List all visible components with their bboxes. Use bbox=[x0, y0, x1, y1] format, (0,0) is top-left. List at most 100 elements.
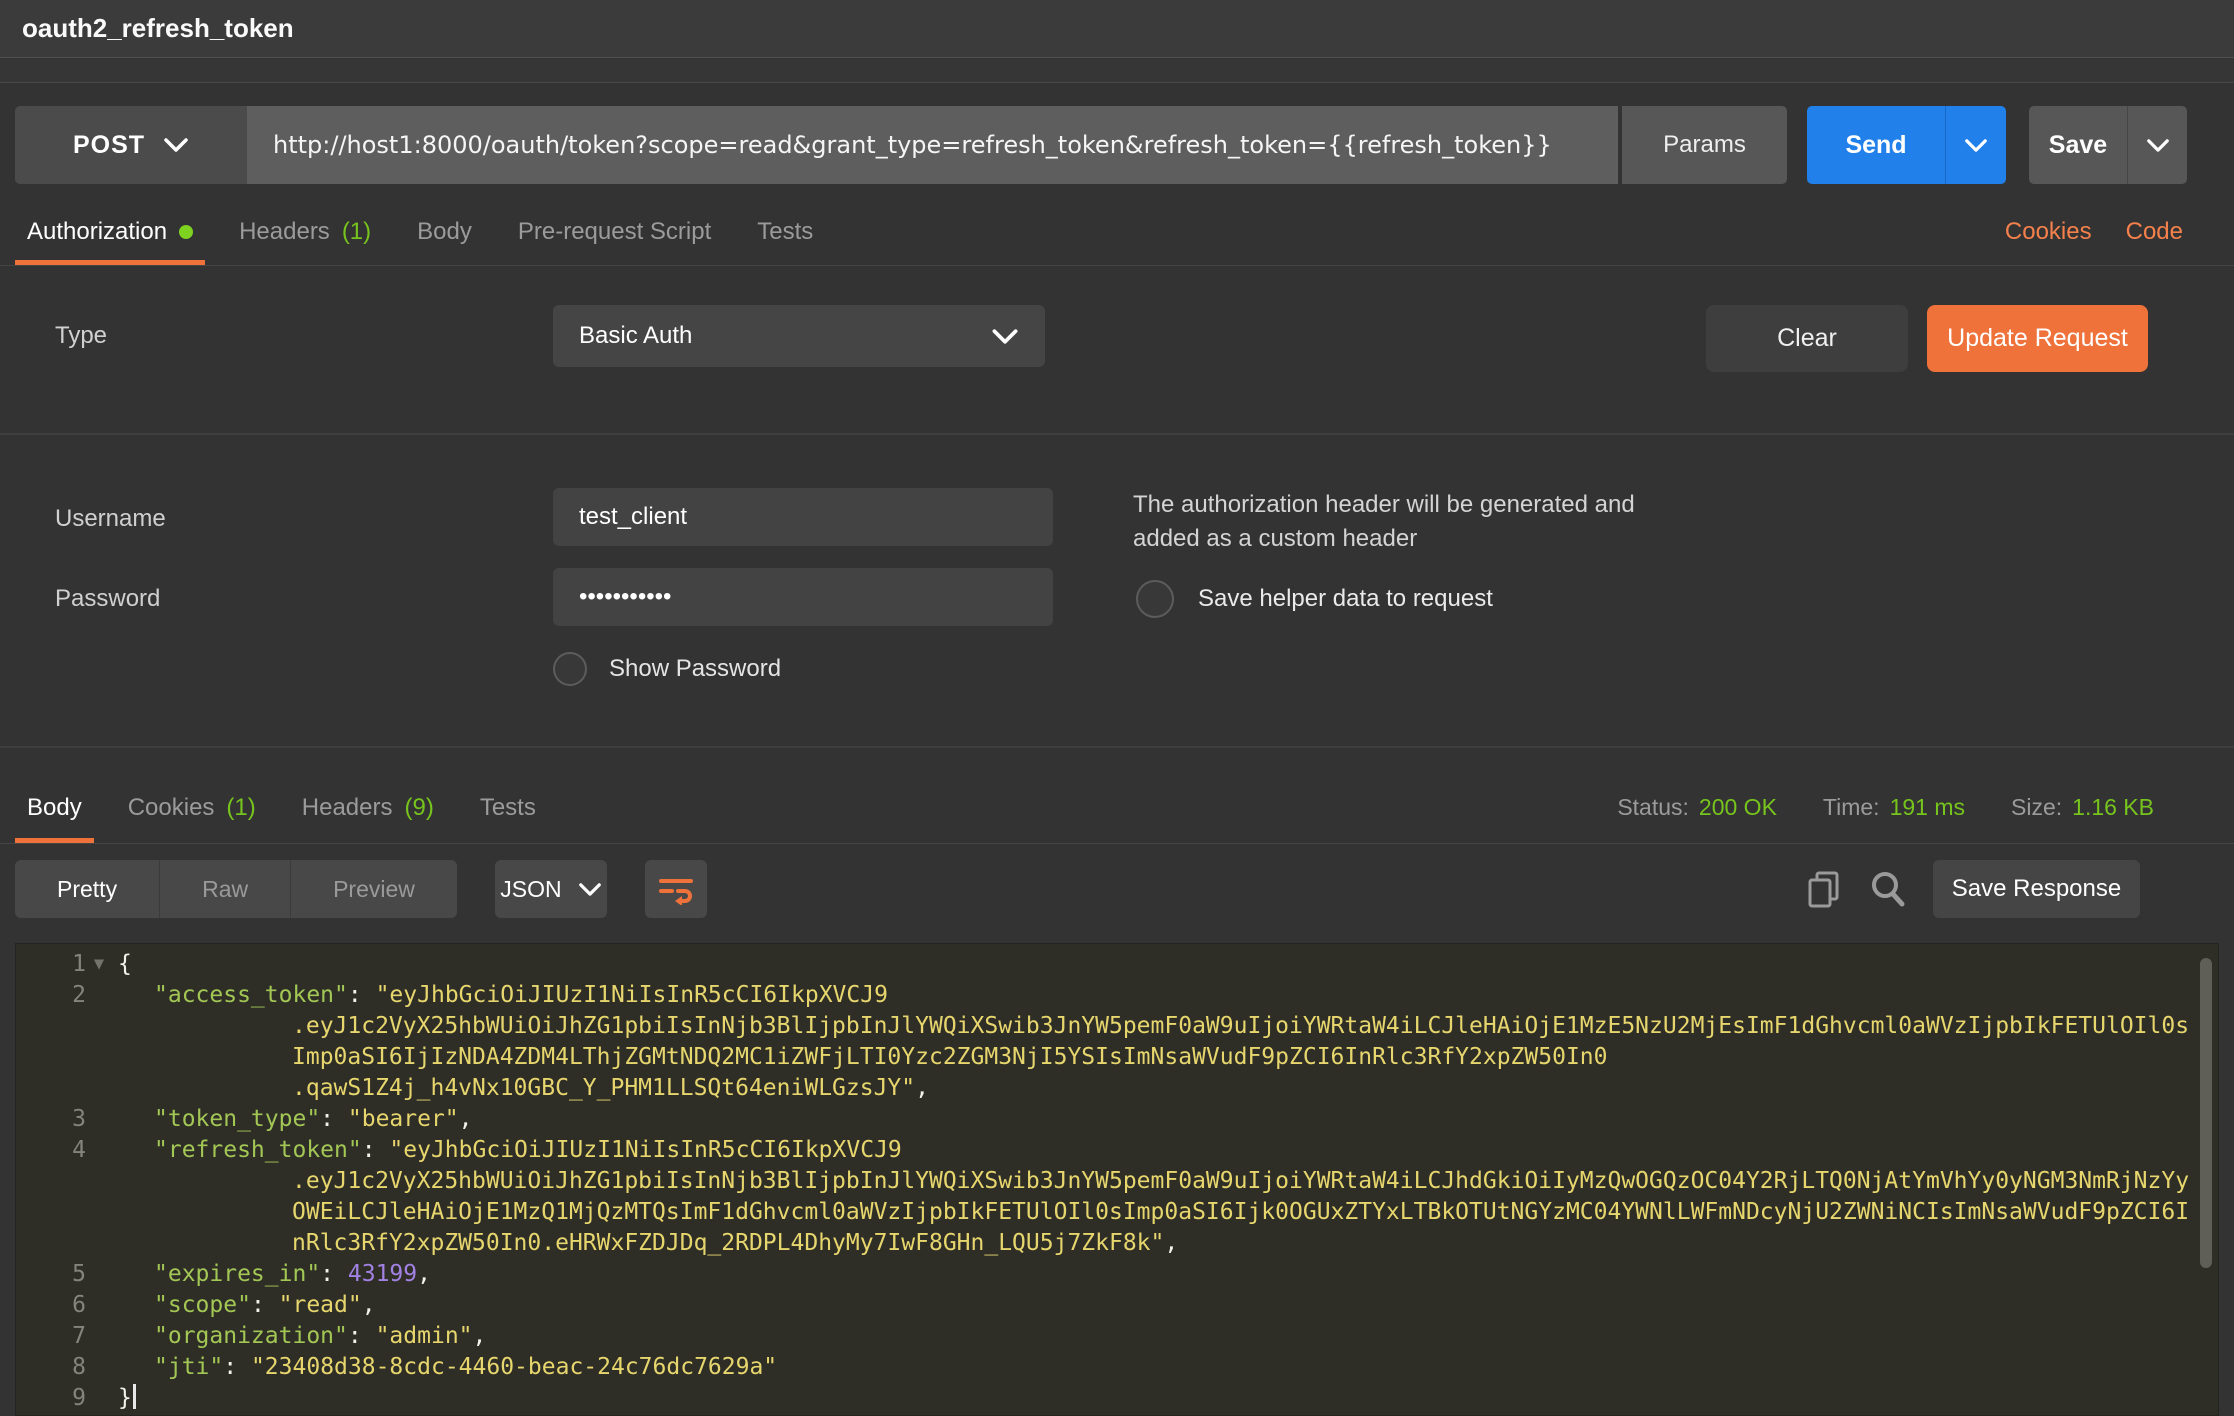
tab-count: (1) bbox=[342, 218, 371, 246]
time-label: Time: bbox=[1823, 794, 1880, 821]
send-options-button[interactable] bbox=[1945, 106, 2006, 184]
tab-response-cookies[interactable]: Cookies (1) bbox=[116, 772, 268, 843]
search-response-button[interactable] bbox=[1869, 869, 1907, 909]
code-token: : bbox=[251, 1292, 279, 1318]
code-line[interactable]: nRlc3RfY2xpZW50In0.eHRWxFZDJDq_2RDPL4Dhy… bbox=[16, 1228, 2218, 1259]
code-line[interactable]: 6 "scope": "read", bbox=[16, 1290, 2218, 1321]
code-text: .qawS1Z4j_h4vNx10GBC_Y_PHM1LLSQt64eniWLG… bbox=[112, 1073, 929, 1104]
code-line[interactable]: Imp0aSI6IjIzNDA4ZDM4LThjZGMtNDQ2MC1iZWFj… bbox=[16, 1042, 2218, 1073]
save-options-button[interactable] bbox=[2127, 106, 2187, 184]
chevron-down-icon bbox=[1964, 138, 1988, 153]
code-token: OWEiLCJleHAiOjE1MzQ1MjQzMTQsImF1dGhvcml0… bbox=[292, 1199, 2189, 1225]
show-password-label: Show Password bbox=[609, 655, 781, 683]
send-button[interactable]: Send bbox=[1807, 106, 1945, 184]
code-line[interactable]: 9} bbox=[16, 1383, 2218, 1414]
code-text: "expires_in": 43199, bbox=[112, 1259, 431, 1290]
code-token: } bbox=[118, 1385, 132, 1411]
tab-prerequest-script[interactable]: Pre-request Script bbox=[506, 198, 723, 265]
tab-headers[interactable]: Headers (1) bbox=[227, 198, 383, 265]
status-label: Status: bbox=[1617, 794, 1689, 821]
size-value: 1.16 KB bbox=[2072, 794, 2154, 821]
clear-button[interactable]: Clear bbox=[1706, 305, 1908, 372]
line-number: 1 bbox=[16, 949, 86, 980]
code-token: "scope" bbox=[154, 1292, 251, 1318]
code-token: "refresh_token" bbox=[154, 1137, 362, 1163]
show-password-radio[interactable] bbox=[553, 652, 587, 686]
auth-configured-dot bbox=[179, 225, 193, 239]
save-button[interactable]: Save bbox=[2029, 106, 2127, 184]
wrap-text-button[interactable] bbox=[645, 860, 707, 918]
code-line[interactable]: 2"access_token": "eyJhbGciOiJIUzI1NiIsIn… bbox=[16, 980, 2218, 1011]
request-builder-bar: POST Params Send Save bbox=[15, 106, 2187, 184]
code-line[interactable]: 7"organization": "admin", bbox=[16, 1321, 2218, 1352]
code-token: : bbox=[348, 1323, 376, 1349]
code-text: "jti": "23408d38-8cdc-4460-beac-24c76dc7… bbox=[112, 1352, 777, 1383]
tab-body[interactable]: Body bbox=[405, 198, 484, 265]
auth-type-value: Basic Auth bbox=[579, 322, 692, 350]
cookies-link[interactable]: Cookies bbox=[2005, 218, 2092, 246]
code-token: 43199 bbox=[348, 1261, 417, 1287]
code-line[interactable]: .qawS1Z4j_h4vNx10GBC_Y_PHM1LLSQt64eniWLG… bbox=[16, 1073, 2218, 1104]
code-text: "token_type": "bearer", bbox=[112, 1104, 473, 1135]
code-line[interactable]: .eyJ1c2VyX25hbWUiOiJhZG1pbiIsInNjb3BlIjp… bbox=[16, 1166, 2218, 1197]
code-token: "access_token" bbox=[154, 982, 348, 1008]
tab-tests[interactable]: Tests bbox=[745, 198, 825, 265]
copy-icon bbox=[1805, 869, 1843, 909]
pretty-view-button[interactable]: Pretty bbox=[15, 860, 159, 918]
code-token: , bbox=[362, 1292, 376, 1318]
code-line[interactable]: 5 "expires_in": 43199, bbox=[16, 1259, 2218, 1290]
line-number: 5 bbox=[16, 1259, 86, 1290]
save-response-button[interactable]: Save Response bbox=[1933, 860, 2140, 918]
code-token: "admin" bbox=[376, 1323, 473, 1349]
method-dropdown[interactable]: POST bbox=[15, 106, 247, 184]
password-input[interactable] bbox=[553, 568, 1053, 626]
auth-type-select[interactable]: Basic Auth bbox=[553, 305, 1045, 367]
code-text: "scope": "read", bbox=[112, 1290, 376, 1321]
save-helper-radio[interactable] bbox=[1136, 580, 1174, 618]
line-number: 4 bbox=[16, 1135, 86, 1166]
view-mode-segmented-control: Pretty Raw Preview bbox=[15, 860, 457, 918]
code-line[interactable]: 8 "jti": "23408d38-8cdc-4460-beac-24c76dc… bbox=[16, 1352, 2218, 1383]
code-line[interactable]: 3"token_type": "bearer", bbox=[16, 1104, 2218, 1135]
request-title-bar: oauth2_refresh_token bbox=[0, 0, 2234, 58]
tab-authorization[interactable]: Authorization bbox=[15, 198, 205, 265]
chevron-down-icon bbox=[578, 882, 602, 897]
tab-label: Tests bbox=[480, 794, 536, 822]
code-token: .qawS1Z4j_h4vNx10GBC_Y_PHM1LLSQt64eniWLG… bbox=[292, 1075, 915, 1101]
params-button[interactable]: Params bbox=[1622, 106, 1787, 184]
editor-scrollbar[interactable] bbox=[2200, 958, 2212, 1268]
url-input[interactable] bbox=[247, 131, 1618, 159]
tab-response-headers[interactable]: Headers (9) bbox=[290, 772, 446, 843]
response-body-editor[interactable]: 1▼{2"access_token": "eyJhbGciOiJIUzI1NiI… bbox=[15, 943, 2219, 1416]
send-split-button: Send bbox=[1807, 106, 2006, 184]
tab-label: Headers bbox=[239, 218, 330, 246]
copy-response-button[interactable] bbox=[1805, 869, 1843, 909]
code-token: : bbox=[320, 1261, 348, 1287]
search-icon bbox=[1869, 869, 1907, 909]
chevron-down-icon bbox=[2146, 138, 2170, 153]
code-line[interactable]: 1▼{ bbox=[16, 949, 2218, 980]
code-text: Imp0aSI6IjIzNDA4ZDM4LThjZGMtNDQ2MC1iZWFj… bbox=[112, 1042, 1607, 1073]
tab-response-tests[interactable]: Tests bbox=[468, 772, 548, 843]
code-link[interactable]: Code bbox=[2126, 218, 2183, 246]
code-line[interactable]: 4"refresh_token": "eyJhbGciOiJIUzI1NiIsI… bbox=[16, 1135, 2218, 1166]
line-number: 6 bbox=[16, 1290, 86, 1321]
fold-caret-icon[interactable]: ▼ bbox=[86, 949, 112, 980]
tab-label: Body bbox=[417, 218, 472, 246]
code-line[interactable]: OWEiLCJleHAiOjE1MzQ1MjQzMTQsImF1dGhvcml0… bbox=[16, 1197, 2218, 1228]
request-tabs: Authorization Headers (1) Body Pre-reque… bbox=[0, 198, 2234, 266]
code-token: : bbox=[223, 1354, 251, 1380]
code-token: { bbox=[118, 951, 132, 977]
tab-response-body[interactable]: Body bbox=[15, 772, 94, 843]
code-token: "expires_in" bbox=[154, 1261, 320, 1287]
text-cursor bbox=[133, 1384, 136, 1409]
line-number: 8 bbox=[16, 1352, 86, 1383]
code-token: , bbox=[417, 1261, 431, 1287]
format-dropdown[interactable]: JSON bbox=[495, 860, 607, 918]
username-input[interactable] bbox=[553, 488, 1053, 546]
raw-view-button[interactable]: Raw bbox=[159, 860, 290, 918]
update-request-button[interactable]: Update Request bbox=[1927, 305, 2148, 372]
preview-view-button[interactable]: Preview bbox=[290, 860, 457, 918]
code-line[interactable]: .eyJ1c2VyX25hbWUiOiJhZG1pbiIsInNjb3BlIjp… bbox=[16, 1011, 2218, 1042]
line-number: 2 bbox=[16, 980, 86, 1011]
